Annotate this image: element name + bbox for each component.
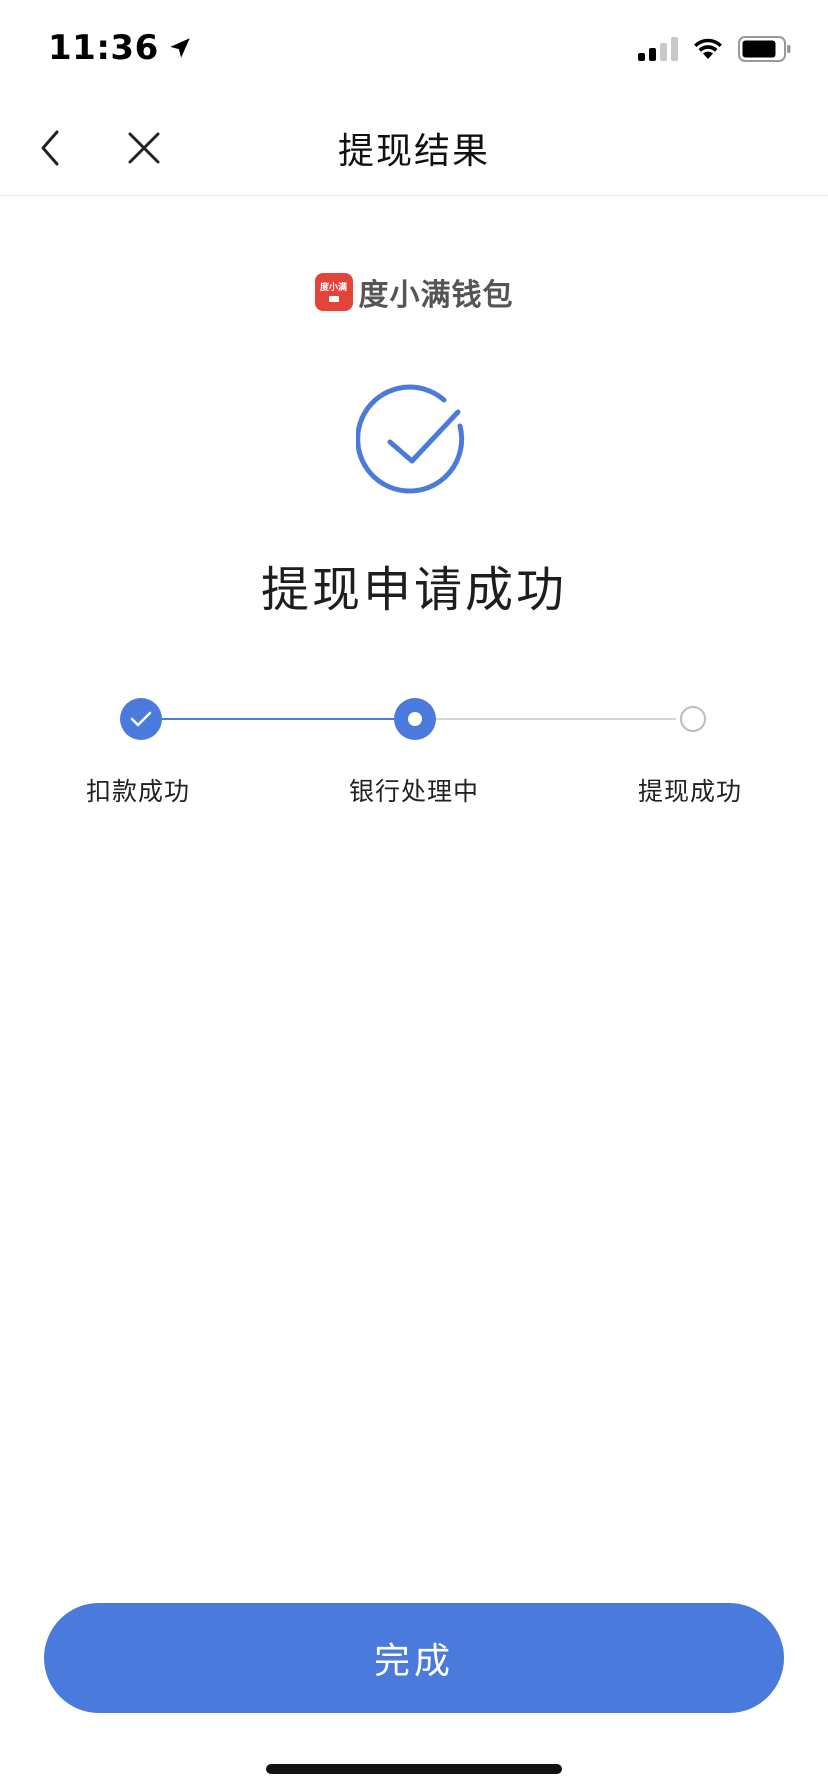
step-label-withdraw-success: 提现成功 xyxy=(637,777,742,806)
wifi-icon xyxy=(692,37,724,61)
step-current-dot xyxy=(394,698,436,740)
status-bar: 11:36 xyxy=(0,0,828,100)
check-icon xyxy=(130,711,152,727)
battery-icon xyxy=(738,36,792,62)
result-title: 提现申请成功 xyxy=(260,562,567,618)
progress-steps: 扣款成功 银行处理中 提现成功 xyxy=(0,690,828,820)
signal-icon xyxy=(638,37,678,61)
brand-logo: 度小满 xyxy=(314,273,353,311)
done-button[interactable]: 完成 xyxy=(44,1603,784,1713)
status-time: 11:36 xyxy=(48,28,193,68)
home-indicator xyxy=(266,1764,562,1774)
brand-name: 度小满钱包 xyxy=(358,278,514,313)
brand: 度小满 度小满钱包 xyxy=(0,270,828,314)
step-pending-dot xyxy=(680,706,706,732)
step-label-bank-processing: 银行处理中 xyxy=(348,777,479,806)
location-arrow-icon xyxy=(169,38,190,58)
nav-bar: 提现结果 xyxy=(0,100,828,196)
clock-text: 11:36 xyxy=(48,28,159,68)
step-label-deduct: 扣款成功 xyxy=(85,777,190,806)
check-circle-icon xyxy=(356,384,465,494)
step-done-dot xyxy=(120,698,162,740)
brand-logo-text: 度小满 xyxy=(319,282,347,293)
step-line-pending xyxy=(436,718,676,720)
page-title: 提现结果 xyxy=(337,131,490,172)
status-icons xyxy=(638,36,792,62)
step-line-done xyxy=(160,718,394,720)
